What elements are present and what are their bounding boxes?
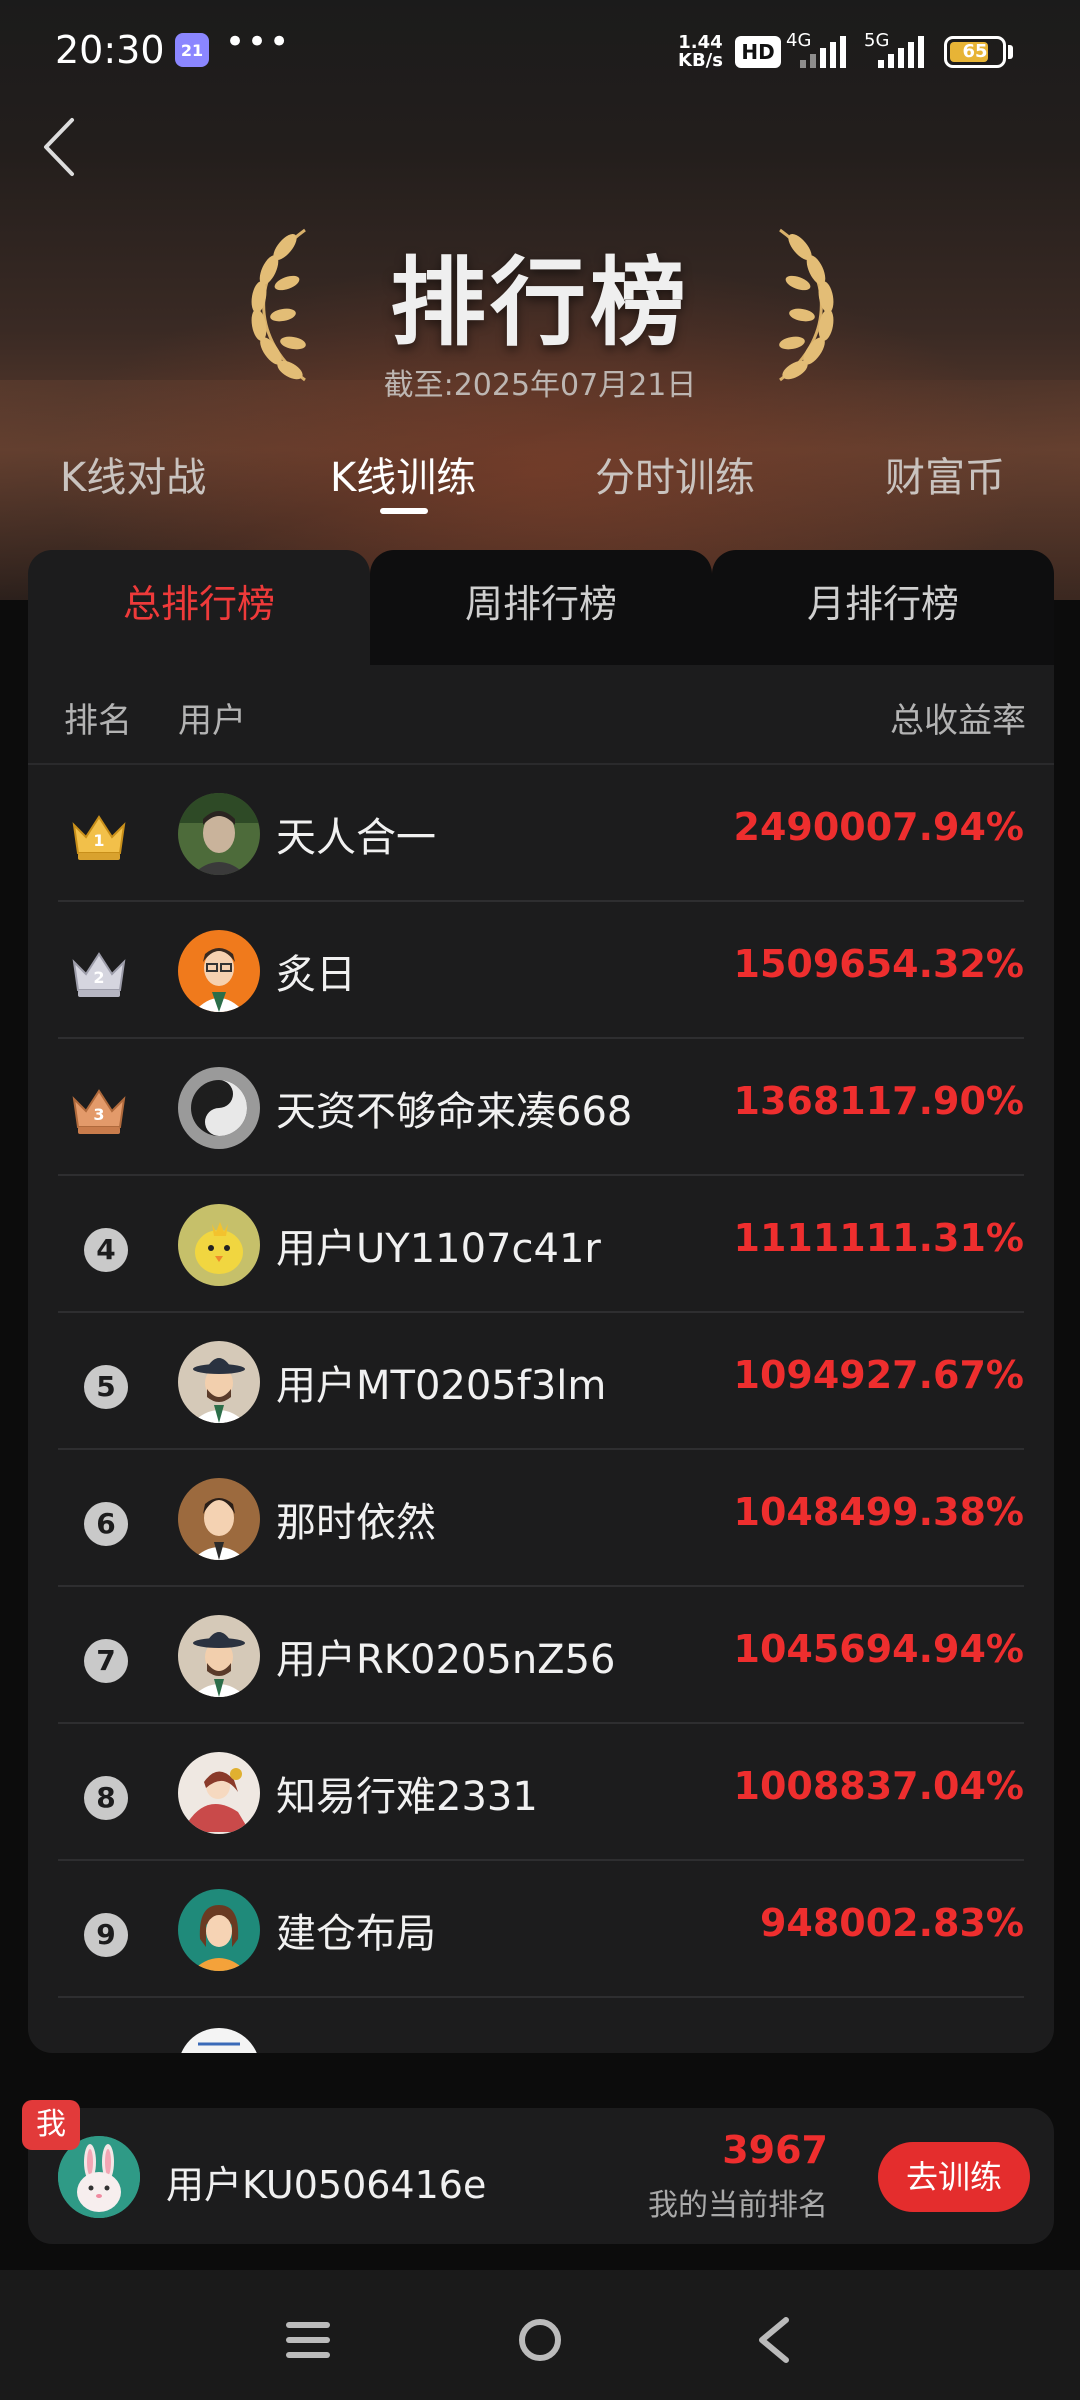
my-rank-label: 我的当前排名 [648,2188,828,2223]
signal-4g-icon [800,36,850,68]
svg-text:1: 1 [93,831,104,850]
column-header-total-return: 总收益率 [890,701,1026,741]
battery-icon: 65 [944,36,1006,68]
rank-number: 5 [68,1351,130,1413]
calendar-icon: 21 [175,33,209,67]
rank-number: 8 [68,1762,130,1824]
subtab-overall[interactable]: 总排行榜 [28,550,370,668]
tab-kline-training[interactable]: K线训练 [330,445,476,503]
rank-number: 4 [68,1214,130,1276]
svg-text:2: 2 [93,968,104,987]
total-return-value: 1048499.38% [733,1490,1024,1534]
rank-number: 7 [68,1625,130,1687]
table-header: 排名 用户 总收益率 [28,665,1054,765]
avatar[interactable] [178,793,260,875]
avatar[interactable] [178,930,260,1012]
subtab-monthly[interactable]: 月排行榜 [712,550,1054,668]
page-title: 排行榜 [390,247,690,359]
subtab-weekly[interactable]: 周排行榜 [370,550,712,668]
column-header-rank: 排名 [64,701,132,741]
my-username: 用户KU0506416e [166,2163,487,2207]
table-row[interactable]: 9 建仓布局 948002.83% [58,1861,1024,1998]
username: 用户RK0205nZ56 [276,1637,616,1683]
username: 用户MT0205f3lm [276,1363,607,1409]
total-return-value: 1509654.32% [733,942,1024,986]
leaderboard-panel: 排名 用户 总收益率 1 天人合一 2490007.94% 2 炙日 15096… [28,665,1054,2053]
table-row[interactable]: 2 炙日 1509654.32% [58,902,1024,1039]
table-row[interactable]: 6 那时依然 1048499.38% [58,1450,1024,1587]
table-row[interactable]: 4 用户UY1107c41r 1111111.31% [58,1176,1024,1313]
my-rank-value: 3967 [722,2128,828,2172]
username: 建仓布局 [276,1911,436,1957]
username: 那时依然 [276,1500,436,1546]
cutoff-date: 截至:2025年07月21日 [383,368,697,403]
rank-number: 9 [68,1899,130,1961]
tab-wealth-coin[interactable]: 财富币 [885,445,1005,503]
back-button[interactable] [36,112,86,182]
table-row[interactable]: 1 天人合一 2490007.94% [58,765,1024,902]
username: 天人合一 [276,815,436,861]
tab-kline-battle[interactable]: K线对战 [60,445,206,503]
rank-number: 6 [68,1488,130,1550]
avatar[interactable] [178,1341,260,1423]
table-row[interactable]: 8 知易行难2331 1008837.04% [58,1724,1024,1861]
table-row[interactable]: 3 天资不够命来凑668 1368117.90% [58,1039,1024,1176]
network-speed: 1.44 KB/s [678,32,723,71]
signal-5g-icon [878,36,928,68]
svg-text:3: 3 [93,1105,104,1124]
total-return-value: 1045694.94% [733,1627,1024,1671]
username: 天资不够命来凑668 [276,1089,633,1135]
status-time: 20:30 [55,28,165,72]
category-tabs: K线对战 K线训练 分时训练 财富币 [0,445,1080,515]
rank-number [68,2036,130,2053]
avatar[interactable] [178,2028,260,2053]
back-nav-icon[interactable] [744,2310,804,2370]
my-rank-bar: 用户KU0506416e 3967 我的当前排名 去训练 [28,2108,1054,2244]
silver-crown-icon: 2 [68,940,130,1002]
tab-intraday-training[interactable]: 分时训练 [595,445,755,503]
total-return-value: 1008837.04% [733,1764,1024,1808]
go-training-button[interactable]: 去训练 [878,2142,1030,2212]
avatar[interactable] [178,1615,260,1697]
table-row[interactable]: 7 用户RK0205nZ56 1045694.94% [58,1587,1024,1724]
me-badge: 我 [22,2100,80,2150]
table-row[interactable]: 5 用户MT0205f3lm 1094927.67% [58,1313,1024,1450]
total-return-value: 1094927.67% [733,1353,1024,1397]
system-nav-bar [0,2270,1080,2400]
avatar[interactable] [178,1204,260,1286]
total-return-value: 948002.83% [759,1901,1024,1945]
avatar[interactable] [178,1889,260,1971]
username: 炙日 [276,952,356,998]
status-bar: 20:30 21 ••• 1.44 KB/s HD 4G 5G 65 [0,0,1080,100]
hd-icon: HD [735,36,781,68]
total-return-value: 2490007.94% [733,805,1024,849]
menu-icon[interactable] [278,2310,338,2370]
username: 用户UY1107c41r [276,1226,601,1272]
column-header-user: 用户 [178,701,246,741]
total-return-value: 1368117.90% [733,1079,1024,1123]
home-icon[interactable] [510,2310,570,2370]
chevron-left-icon [44,118,74,176]
avatar[interactable] [178,1752,260,1834]
total-return-value: 1111111.31% [733,1216,1024,1260]
table-row-partial[interactable] [58,1998,1024,2053]
more-notifications-icon: ••• [225,22,292,62]
bronze-crown-icon: 3 [68,1077,130,1139]
gold-crown-icon: 1 [68,803,130,865]
username: 知易行难2331 [276,1774,538,1820]
avatar[interactable] [178,1067,260,1149]
active-tab-indicator [380,508,428,514]
avatar[interactable] [178,1478,260,1560]
